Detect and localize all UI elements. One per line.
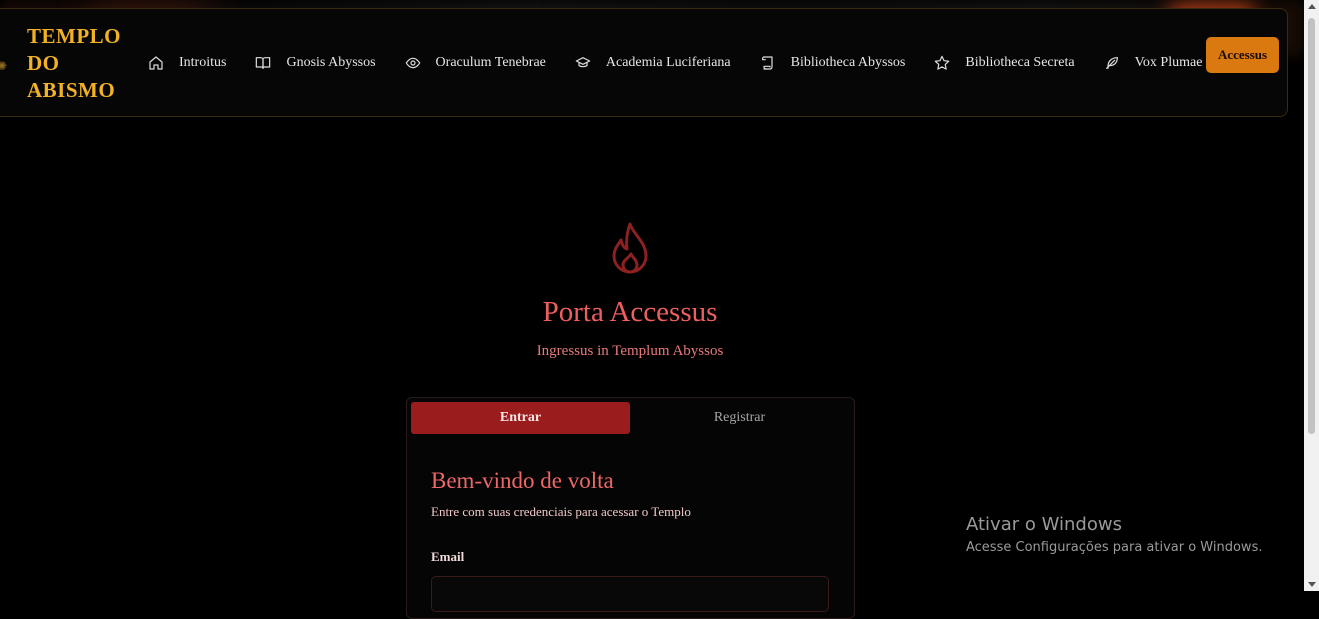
nav-item-label: Oraculum Tenebrae: [435, 55, 546, 70]
nav-item-label: Bibliotheca Secreta: [965, 55, 1075, 70]
windows-activation-title: Ativar o Windows: [966, 514, 1122, 535]
book-open-icon: [255, 55, 271, 71]
scroll-down-icon[interactable]: [1308, 582, 1316, 587]
page-subtitle: Ingressus in Templum Abyssos: [536, 343, 724, 359]
flame-icon: [606, 220, 654, 280]
nav-item-label: Introitus: [179, 55, 227, 70]
nav-item-bibliotheca-secreta[interactable]: Bibliotheca Secreta: [934, 55, 1075, 71]
auth-card: Entrar Registrar Bem-vindo de volta Entr…: [406, 397, 855, 619]
emblem-icon: ✺: [0, 59, 8, 73]
nav-item-gnosis-abyssos[interactable]: Gnosis Abyssos: [255, 55, 376, 71]
card-title: Bem-vindo de volta: [431, 468, 614, 493]
nav-item-vox-plumae[interactable]: Vox Plumae: [1104, 55, 1203, 71]
brand-line: DO: [27, 51, 60, 75]
tab-entrar[interactable]: Entrar: [411, 402, 630, 434]
nav-item-introitus[interactable]: Introitus: [148, 55, 226, 71]
scroll-icon: [760, 55, 776, 71]
nav-item-label: Academia Luciferiana: [605, 55, 731, 70]
graduation-cap-icon: [575, 55, 591, 71]
card-description: Entre com suas credenciais para acessar …: [431, 504, 691, 519]
home-icon: [148, 55, 164, 71]
navbar: ✺ TEMPLO DO ABISMO Introitus Gnosis Abys…: [0, 8, 1288, 117]
page-title: Porta Accessus: [542, 296, 718, 328]
brand-line: ABISMO: [27, 78, 116, 102]
feather-icon: [1104, 55, 1120, 71]
auth-tabs: Entrar Registrar: [411, 402, 849, 434]
brand-logo[interactable]: TEMPLO DO ABISMO: [27, 23, 127, 104]
star-icon: [934, 55, 950, 71]
tab-registrar[interactable]: Registrar: [630, 402, 849, 434]
email-field[interactable]: [431, 576, 829, 612]
scrollbar-thumb[interactable]: [1308, 18, 1315, 434]
nav-item-academia-luciferiana[interactable]: Academia Luciferiana: [575, 55, 731, 71]
nav-item-label: Bibliotheca Abyssos: [790, 55, 906, 70]
accessus-button[interactable]: Accessus: [1206, 37, 1279, 73]
brand-line: TEMPLO: [27, 24, 122, 48]
nav-item-label: Gnosis Abyssos: [286, 55, 376, 70]
email-label: Email: [431, 549, 465, 564]
scroll-up-icon[interactable]: [1308, 4, 1316, 9]
scrollbar[interactable]: [1304, 0, 1319, 591]
nav-item-label: Vox Plumae: [1134, 55, 1203, 70]
main-nav: Introitus Gnosis Abyssos Oraculum Tenebr…: [148, 45, 1231, 81]
windows-activation-subtitle: Acesse Configurações para ativar o Windo…: [966, 540, 1263, 555]
nav-item-oraculum-tenebrae[interactable]: Oraculum Tenebrae: [405, 55, 546, 71]
nav-item-bibliotheca-abyssos[interactable]: Bibliotheca Abyssos: [760, 55, 906, 71]
eye-icon: [405, 55, 421, 71]
